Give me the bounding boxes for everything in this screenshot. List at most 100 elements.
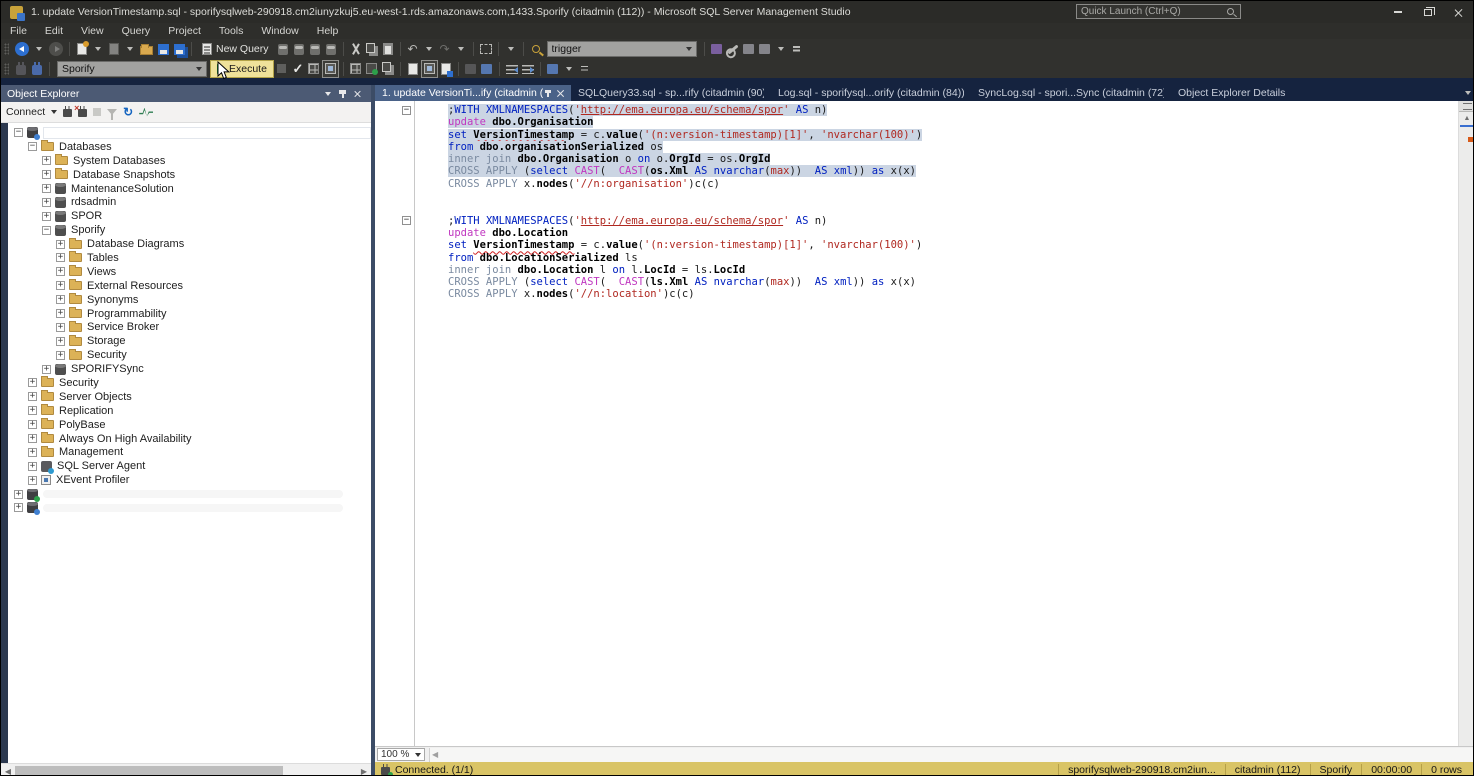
tree-expander[interactable]: + (56, 253, 65, 262)
new-dmx-query[interactable] (307, 40, 323, 58)
tree-item-sporifysync[interactable]: +SPORIFYSync (8, 362, 371, 376)
command-window-icon[interactable] (757, 40, 773, 58)
tree-item[interactable]: − (8, 126, 371, 140)
tree-expander[interactable]: + (56, 351, 65, 360)
tree-item-always-on-high-availability[interactable]: +Always On High Availability (8, 432, 371, 446)
code-line[interactable]: update dbo.Organisation (448, 116, 1458, 128)
execute-button[interactable]: Execute (210, 60, 274, 78)
include-client-statistics-icon[interactable] (380, 60, 396, 78)
search-combobox[interactable]: trigger (547, 41, 697, 57)
scroll-up-icon[interactable]: ▲ (1459, 112, 1474, 124)
close-button[interactable] (1443, 1, 1473, 23)
undo[interactable]: ↶ (405, 40, 421, 58)
fold-toggle[interactable]: − (402, 106, 411, 115)
code-line[interactable] (448, 202, 1458, 214)
navigate-backward-dropdown[interactable] (31, 40, 47, 58)
toolbox-icon[interactable] (741, 40, 757, 58)
minimize-button[interactable] (1383, 1, 1413, 23)
open-file[interactable] (138, 40, 155, 58)
code-line[interactable]: inner join dbo.Organisation o on o.OrgId… (448, 153, 1458, 165)
code-line[interactable]: set VersionTimestamp = c.value('(n:versi… (448, 239, 1458, 251)
tree-expander[interactable]: + (28, 420, 37, 429)
scroll-left-icon[interactable]: ◀ (1, 764, 15, 776)
tree-expander[interactable]: + (28, 392, 37, 401)
tree-item-database-diagrams[interactable]: +Database Diagrams (8, 237, 371, 251)
tree-item-polybase[interactable]: +PolyBase (8, 418, 371, 432)
code-line[interactable]: CROSS APPLY (select CAST( CAST(ls.Xml AS… (448, 276, 1458, 288)
code-line[interactable]: inner join dbo.Location l on l.LocId = l… (448, 264, 1458, 276)
zoom-combobox[interactable]: 100 % (377, 748, 425, 761)
undo-dropdown[interactable] (421, 40, 437, 58)
navigate-backward[interactable] (13, 40, 31, 58)
editor-hscrollbar[interactable]: ◀ (429, 748, 1474, 762)
tree-item-programmability[interactable]: +Programmability (8, 307, 371, 321)
code-line[interactable]: set VersionTimestamp = c.value('(n:versi… (448, 129, 1458, 141)
scroll-right-icon[interactable]: ▶ (357, 764, 371, 776)
change-connection-icon[interactable] (29, 60, 45, 78)
menu-edit[interactable]: Edit (36, 23, 72, 39)
editor-tab-4[interactable]: Object Explorer Details (1171, 85, 1371, 101)
toolbar-overflow[interactable] (789, 40, 805, 58)
code-line[interactable]: CROSS APPLY (select CAST( CAST(os.Xml AS… (448, 165, 1458, 177)
results-to-file-icon[interactable] (438, 60, 454, 78)
tree-item-views[interactable]: +Views (8, 265, 371, 279)
fold-toggle[interactable]: − (402, 216, 411, 225)
toolbar-options-dropdown[interactable] (773, 40, 789, 58)
tree-item[interactable]: + (8, 501, 371, 515)
editor-tab-2[interactable]: Log.sql - sporifysql...orify (citadmin (… (771, 85, 971, 101)
tree-expander[interactable]: + (28, 462, 37, 471)
tree-expander[interactable]: + (42, 184, 51, 193)
scrollbar-thumb[interactable] (15, 766, 283, 776)
indent-icon[interactable] (520, 60, 536, 78)
tree-item-management[interactable]: +Management (8, 445, 371, 459)
standard-toolbar-dropdown[interactable] (503, 40, 519, 58)
menu-tools[interactable]: Tools (210, 23, 253, 39)
code-line[interactable]: CROSS APPLY x.nodes('//n:organisation')c… (448, 178, 1458, 190)
close-icon[interactable] (556, 89, 564, 97)
tree-item-security[interactable]: +Security (8, 348, 371, 362)
tree-item-service-broker[interactable]: +Service Broker (8, 320, 371, 334)
chevron-down-icon[interactable] (51, 110, 57, 114)
new-project[interactable] (74, 40, 90, 58)
filter-icon[interactable] (107, 109, 117, 115)
tree-item-sql-server-agent[interactable]: +SQL Server Agent (8, 459, 371, 473)
connect-plug-icon[interactable] (63, 109, 72, 117)
sqlcmd-mode-icon[interactable] (463, 60, 479, 78)
redo-dropdown[interactable] (453, 40, 469, 58)
editor-tab-1[interactable]: SQLQuery33.sql - sp...rify (citadmin (90… (571, 85, 771, 101)
menu-project[interactable]: Project (159, 23, 210, 39)
tree-expander[interactable]: − (14, 128, 23, 137)
code-line[interactable]: update dbo.Location (448, 227, 1458, 239)
cancel-query[interactable] (274, 60, 290, 78)
menu-help[interactable]: Help (308, 23, 348, 39)
new-xmla-query[interactable] (323, 40, 339, 58)
new-query-button[interactable]: New Query (196, 40, 275, 58)
results-to-grid-icon[interactable] (421, 60, 438, 78)
cut[interactable] (348, 40, 364, 58)
editor-vscrollbar[interactable]: ▲ (1458, 101, 1474, 746)
outdent-icon[interactable] (504, 60, 520, 78)
tree-item-storage[interactable]: +Storage (8, 334, 371, 348)
tree-expander[interactable]: + (28, 476, 37, 485)
new-snippet-icon[interactable] (545, 60, 561, 78)
menu-query[interactable]: Query (113, 23, 160, 39)
database-combobox[interactable]: Sporify (57, 61, 207, 77)
redo[interactable]: ↷ (437, 40, 453, 58)
pin-button[interactable] (335, 87, 350, 100)
code-line[interactable]: ;WITH XMLNAMESPACES('http://ema.europa.e… (448, 215, 1458, 227)
editor-toolbar-overflow[interactable] (577, 60, 593, 78)
tree-expander[interactable]: + (42, 198, 51, 207)
tree-expander[interactable]: + (28, 406, 37, 415)
editor-tab-3[interactable]: SyncLog.sql - spori...Sync (citadmin (72… (971, 85, 1171, 101)
tree-item[interactable]: + (8, 487, 371, 501)
tree-expander[interactable]: + (42, 156, 51, 165)
tree-expander[interactable]: + (14, 490, 23, 499)
code-line[interactable]: from dbo.organisationSerialized os (448, 141, 1458, 153)
tree-item-tables[interactable]: +Tables (8, 251, 371, 265)
object-explorer-hscrollbar[interactable]: ◀ ▶ (1, 763, 371, 776)
editor-tab-0[interactable]: 1. update VersionTi...ify (citadmin (112… (375, 85, 571, 101)
find-icon[interactable] (528, 40, 544, 58)
tree-item-security[interactable]: +Security (8, 376, 371, 390)
split-editor-handle[interactable] (1459, 101, 1474, 112)
debug-icon[interactable] (479, 60, 495, 78)
